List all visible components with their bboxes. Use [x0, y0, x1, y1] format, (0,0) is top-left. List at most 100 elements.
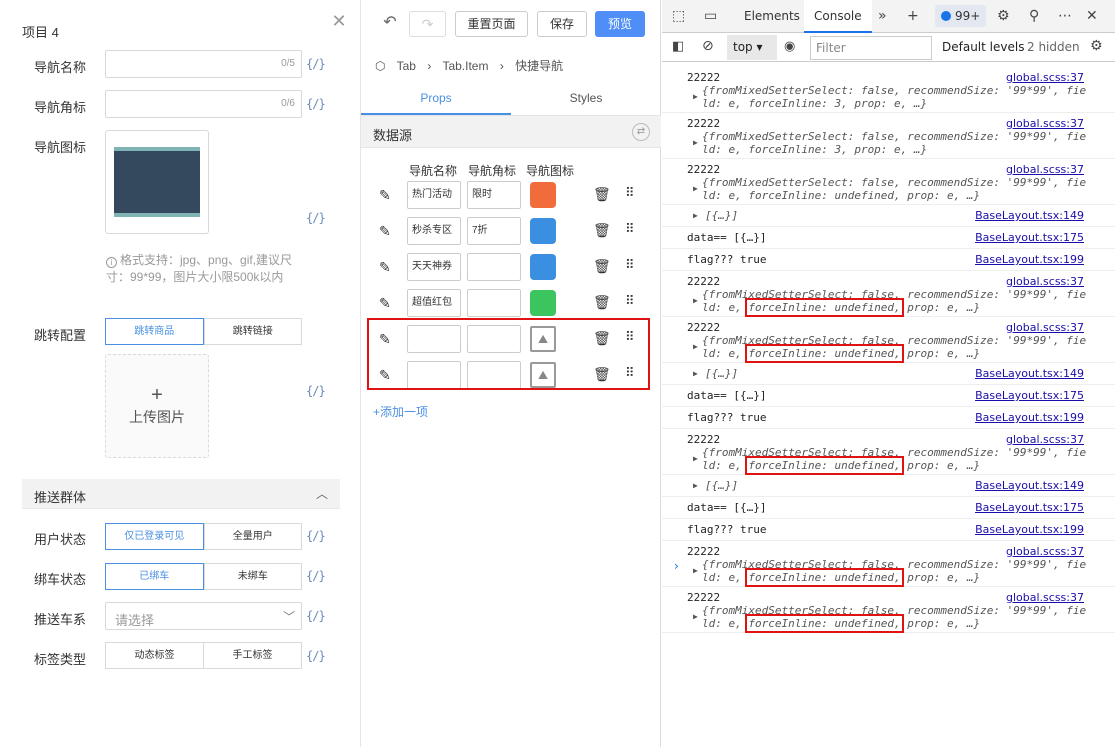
source-link[interactable]: global.scss:37: [1006, 545, 1084, 558]
tag-icon[interactable]: [530, 254, 556, 280]
variable-bind-button[interactable]: {/}: [306, 649, 326, 663]
edit-icon[interactable]: ✎: [379, 259, 391, 276]
edit-icon[interactable]: ✎: [379, 187, 391, 204]
nav-badge-cell[interactable]: 限时: [467, 181, 521, 209]
source-link[interactable]: global.scss:37: [1006, 321, 1084, 334]
trash-icon[interactable]: 🗑: [593, 258, 611, 275]
add-tab-icon[interactable]: +: [907, 8, 919, 24]
close-icon[interactable]: ✕: [1086, 8, 1098, 24]
source-link[interactable]: BaseLayout.tsx:175: [975, 231, 1084, 244]
undo-icon[interactable]: ↶: [378, 11, 402, 35]
expand-triangle-icon[interactable]: ▶: [693, 296, 698, 305]
breadcrumb-item[interactable]: Tab: [397, 59, 416, 73]
variable-bind-button[interactable]: {/}: [306, 569, 326, 583]
trash-icon[interactable]: 🗑: [593, 294, 611, 311]
source-link[interactable]: BaseLayout.tsx:149: [975, 479, 1084, 492]
log-levels-select[interactable]: Default levels: [942, 40, 1024, 54]
object-preview[interactable]: {fromMixedSetterSelect: false, recommend…: [702, 84, 1102, 110]
expand-triangle-icon[interactable]: ▶: [693, 342, 698, 351]
dynamic-tag-option[interactable]: 动态标签: [105, 642, 204, 669]
more-tabs-icon[interactable]: »: [878, 8, 887, 24]
edit-icon[interactable]: ✎: [379, 223, 391, 240]
settings-icon[interactable]: ⚙: [1090, 38, 1103, 54]
preview-button[interactable]: 预览: [595, 11, 645, 37]
eye-icon[interactable]: ◉: [784, 39, 795, 54]
source-link[interactable]: global.scss:37: [1006, 433, 1084, 446]
expand-triangle-icon[interactable]: ▶: [693, 184, 698, 193]
variable-bind-button[interactable]: {/}: [306, 97, 326, 111]
thumbs-up-icon[interactable]: [530, 290, 556, 316]
shopping-bag-icon[interactable]: [530, 182, 556, 208]
reset-page-button[interactable]: 重置页面: [455, 11, 528, 37]
nav-badge-cell[interactable]: [467, 289, 521, 317]
variable-bind-button[interactable]: {/}: [306, 609, 326, 623]
jump-product-option[interactable]: 跳转商品: [105, 318, 204, 345]
object-preview[interactable]: {fromMixedSetterSelect: false, recommend…: [702, 604, 1102, 633]
nav-name-cell[interactable]: 超值红包: [407, 289, 461, 317]
upload-image-button[interactable]: + 上传图片: [105, 354, 209, 458]
device-toolbar-icon[interactable]: ▭: [704, 8, 717, 24]
redo-icon[interactable]: ↷: [409, 11, 446, 37]
drag-handle-icon[interactable]: ⠿: [625, 185, 634, 201]
console-prompt[interactable]: ›: [674, 559, 679, 573]
connection-icon[interactable]: ⚲: [1029, 8, 1039, 24]
expand-triangle-icon[interactable]: ▶: [693, 612, 698, 621]
source-link[interactable]: BaseLayout.tsx:199: [975, 253, 1084, 266]
expand-triangle-icon[interactable]: ▶: [693, 481, 698, 490]
tab-elements[interactable]: Elements: [744, 9, 800, 23]
manual-tag-option[interactable]: 手工标签: [204, 642, 302, 669]
filter-input[interactable]: Filter: [810, 36, 932, 60]
source-link[interactable]: BaseLayout.tsx:149: [975, 209, 1084, 222]
nav-name-cell[interactable]: 秒杀专区: [407, 217, 461, 245]
edit-icon[interactable]: ✎: [379, 295, 391, 312]
expand-triangle-icon[interactable]: ▶: [693, 92, 698, 101]
source-link[interactable]: global.scss:37: [1006, 163, 1084, 176]
source-link[interactable]: BaseLayout.tsx:175: [975, 501, 1084, 514]
switch-icon[interactable]: ⇄: [632, 123, 650, 141]
expand-triangle-icon[interactable]: ▶: [693, 369, 698, 378]
sidebar-toggle-icon[interactable]: ◧: [672, 39, 684, 54]
tab-console[interactable]: Console: [804, 0, 872, 33]
object-preview[interactable]: {fromMixedSetterSelect: false, recommend…: [702, 176, 1102, 202]
drag-handle-icon[interactable]: ⠿: [625, 257, 634, 273]
issues-badge[interactable]: 99+: [935, 5, 987, 27]
nav-name-cell[interactable]: 天天神券: [407, 253, 461, 281]
expand-triangle-icon[interactable]: ▶: [693, 138, 698, 147]
nav-badge-cell[interactable]: 7折: [467, 217, 521, 245]
breadcrumb-item[interactable]: 快捷导航: [515, 59, 563, 73]
tab-styles[interactable]: Styles: [511, 82, 661, 115]
source-link[interactable]: BaseLayout.tsx:175: [975, 389, 1084, 402]
expand-triangle-icon[interactable]: ▶: [693, 211, 698, 220]
object-preview[interactable]: {fromMixedSetterSelect: false, recommend…: [702, 558, 1102, 587]
source-link[interactable]: global.scss:37: [1006, 275, 1084, 288]
nav-name-input[interactable]: 0/5: [105, 50, 302, 78]
expand-triangle-icon[interactable]: ▶: [693, 454, 698, 463]
tab-props[interactable]: Props: [361, 82, 511, 115]
source-link[interactable]: global.scss:37: [1006, 71, 1084, 84]
clear-console-icon[interactable]: ⊘: [702, 38, 714, 54]
variable-bind-button[interactable]: {/}: [306, 529, 326, 543]
trash-icon[interactable]: 🗑: [593, 222, 611, 239]
object-preview[interactable]: {fromMixedSetterSelect: false, recommend…: [702, 446, 1102, 475]
nav-icon-image[interactable]: [105, 130, 209, 234]
thumbs-up-icon[interactable]: [530, 218, 556, 244]
source-link[interactable]: BaseLayout.tsx:199: [975, 523, 1084, 536]
all-users-option[interactable]: 全量用户: [203, 523, 302, 550]
nav-badge-input[interactable]: 0/6: [105, 90, 302, 118]
push-car-select[interactable]: 请选择 ﹀: [105, 602, 302, 630]
expand-triangle-icon[interactable]: ▶: [693, 566, 698, 575]
drag-handle-icon[interactable]: ⠿: [625, 221, 634, 237]
push-group-section[interactable]: 推送群体 ︿: [22, 479, 340, 509]
source-link[interactable]: BaseLayout.tsx:199: [975, 411, 1084, 424]
gear-icon[interactable]: ⚙: [997, 8, 1010, 24]
variable-bind-button[interactable]: {/}: [306, 384, 326, 398]
object-preview[interactable]: {fromMixedSetterSelect: false, recommend…: [702, 130, 1102, 156]
breadcrumb-item[interactable]: Tab.Item: [442, 59, 488, 73]
bound-option[interactable]: 已绑车: [105, 563, 204, 590]
jump-link-option[interactable]: 跳转链接: [203, 318, 302, 345]
source-link[interactable]: BaseLayout.tsx:149: [975, 367, 1084, 380]
object-preview[interactable]: {fromMixedSetterSelect: false, recommend…: [702, 288, 1102, 317]
object-preview[interactable]: {fromMixedSetterSelect: false, recommend…: [702, 334, 1102, 363]
logged-in-only-option[interactable]: 仅已登录可见: [105, 523, 204, 550]
variable-bind-button[interactable]: {/}: [306, 57, 326, 71]
